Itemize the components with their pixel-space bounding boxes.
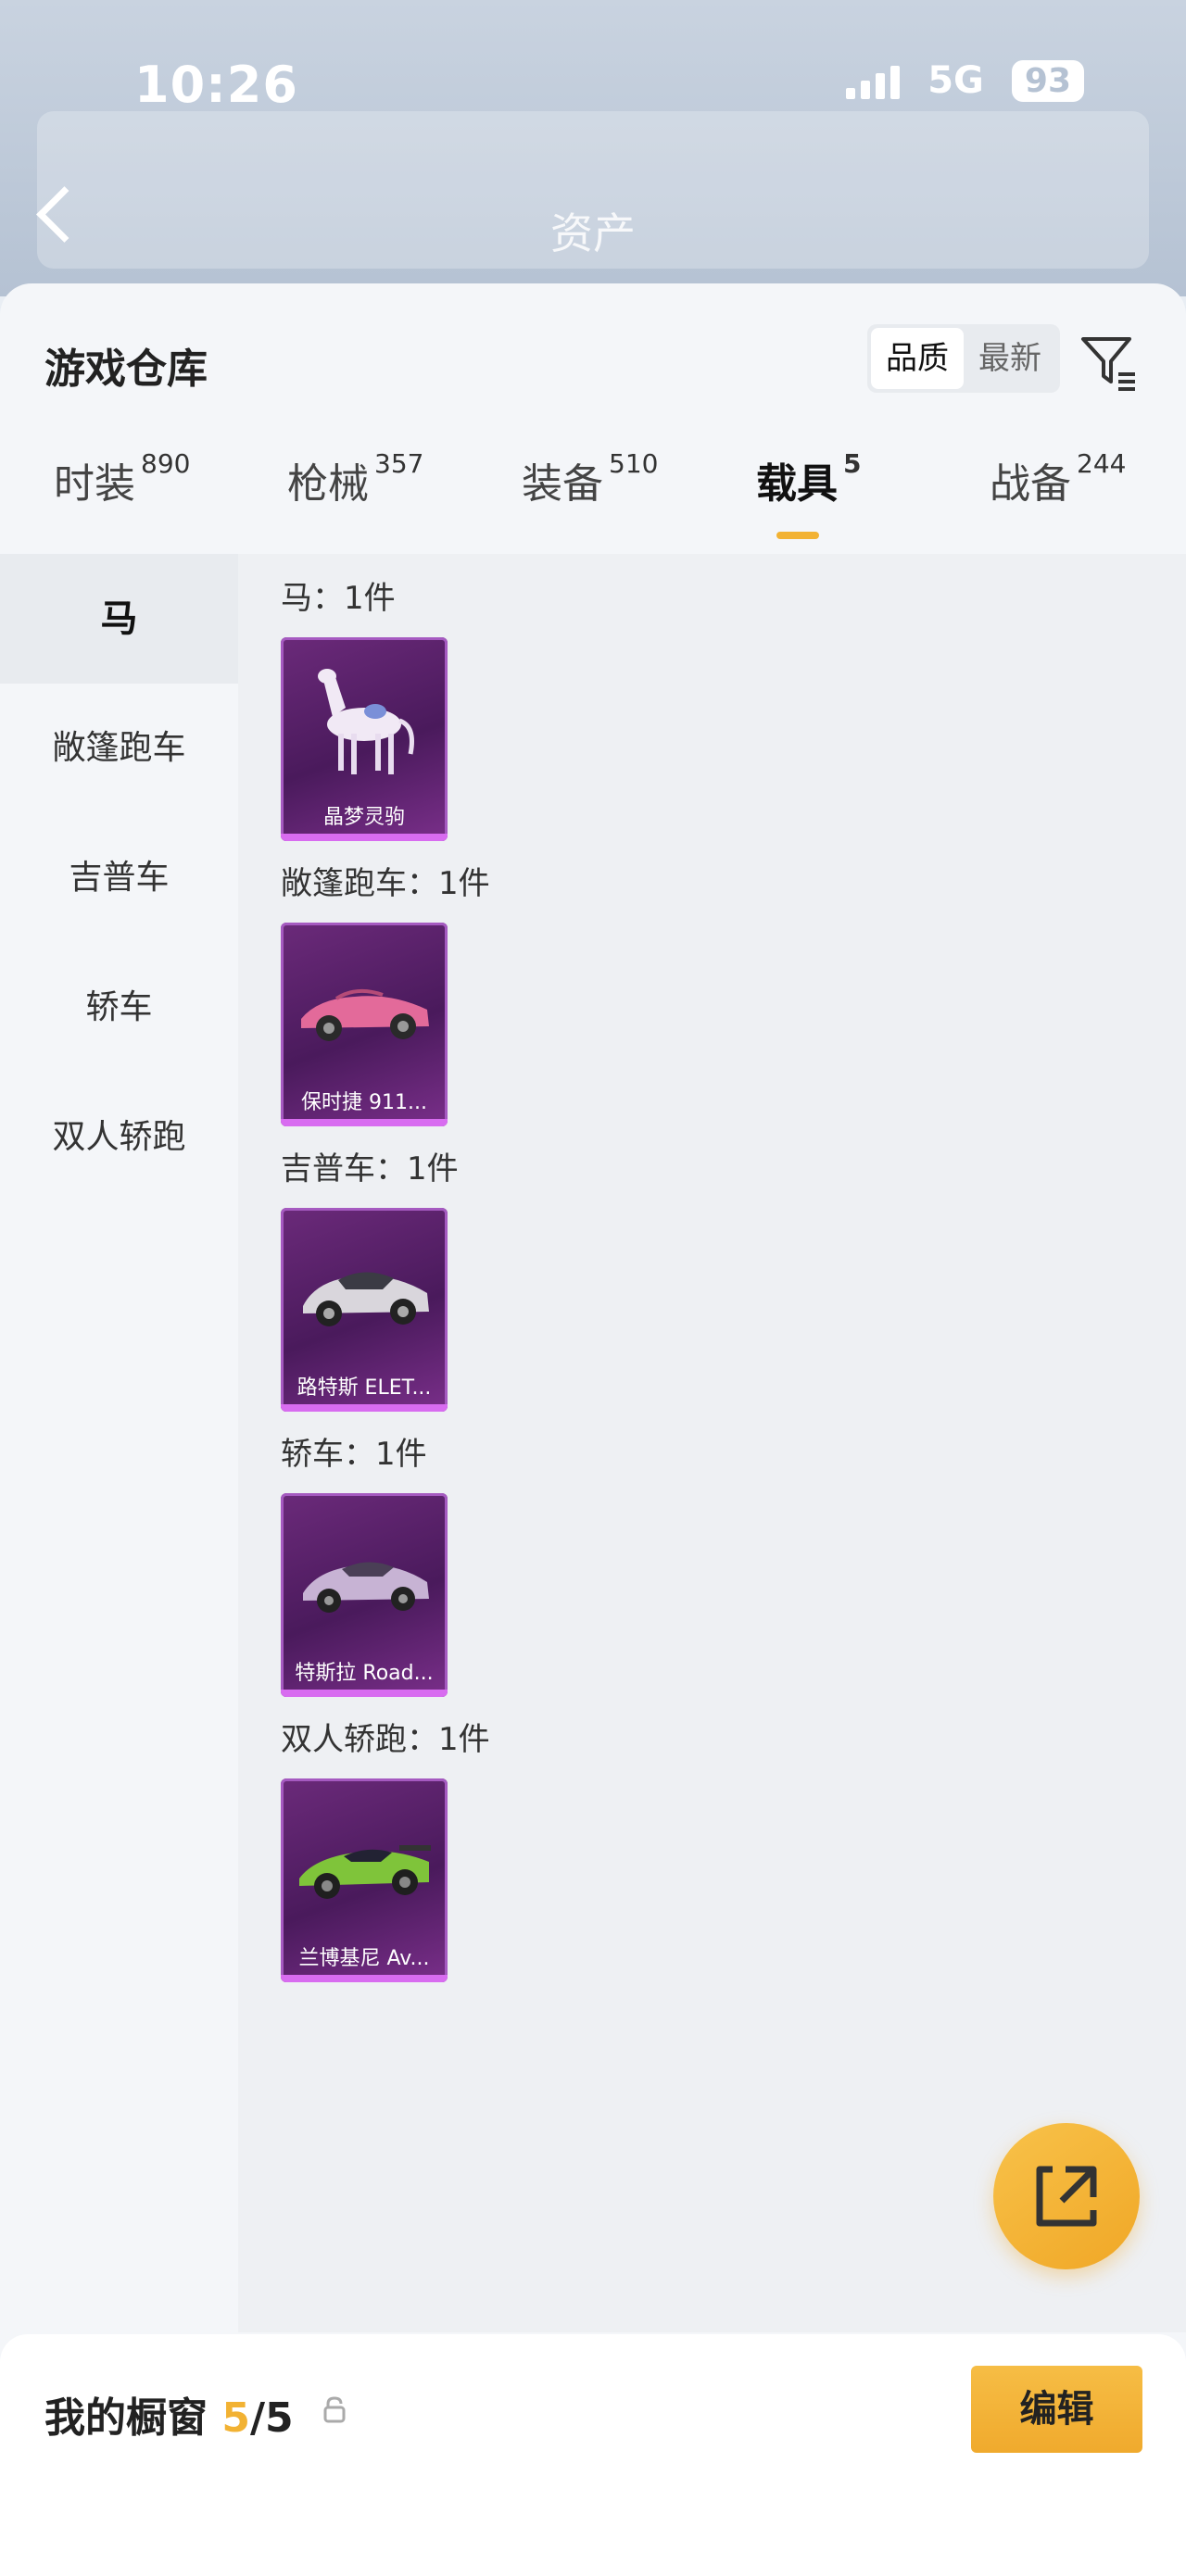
item-name: 特斯拉 Road...	[295, 1662, 434, 1685]
item-name: 路特斯 ELET...	[296, 1376, 432, 1400]
rarity-bar	[281, 1404, 448, 1412]
pink-car-image	[301, 988, 429, 1041]
showcase-footer: 我的橱窗 5/5 编辑	[0, 2334, 1186, 2576]
sheet-title: 游戏仓库	[44, 346, 208, 393]
item-name: 保时捷 911...	[301, 1091, 427, 1114]
share-icon	[1036, 2166, 1097, 2227]
sidebar-item-sedan[interactable]: 轿车	[0, 943, 238, 1073]
showcase-title: 我的橱窗 5/5	[44, 2384, 294, 2444]
sidebar-item-coupe[interactable]: 双人轿跑	[0, 1073, 238, 1202]
category-tabs: 时装 890 枪械 357 装备 510 载具 5 战备 244	[0, 448, 1186, 552]
tab-equipment[interactable]: 装备 510	[522, 448, 659, 509]
showcase-total: /5	[249, 2394, 294, 2442]
silver-car-image	[303, 1272, 429, 1326]
battery-icon: 93	[1011, 59, 1084, 102]
tab-label: 战备	[990, 460, 1071, 508]
rarity-bar	[281, 1119, 448, 1126]
lilac-car-image	[303, 1562, 429, 1613]
filter-icon[interactable]	[1078, 332, 1139, 393]
network-label: 5G	[927, 59, 984, 102]
background-title: 资产	[550, 208, 636, 258]
edit-button[interactable]: 编辑	[971, 2366, 1142, 2453]
sort-quality-option[interactable]: 品质	[871, 328, 964, 389]
horse-image	[318, 669, 414, 774]
status-right: 5G 93	[846, 59, 1084, 102]
tab-vehicles[interactable]: 载具 5	[756, 448, 862, 509]
tab-guns[interactable]: 枪械 357	[287, 448, 424, 509]
tab-count: 244	[1077, 448, 1127, 479]
sidebar-item-convertible[interactable]: 敞篷跑车	[0, 684, 238, 813]
rarity-bar	[281, 834, 448, 841]
subcategory-sidebar: 马 敞篷跑车 吉普车 轿车 双人轿跑	[0, 554, 238, 2332]
tab-label: 时装	[54, 460, 135, 508]
active-tab-indicator	[776, 532, 819, 539]
green-car-image	[299, 1845, 431, 1899]
signal-icon	[846, 62, 901, 99]
item-card-coupe[interactable]: 兰博基尼 Av...	[281, 1778, 448, 1982]
tab-fashion[interactable]: 时装 890	[54, 448, 191, 509]
lock-icon	[323, 2396, 346, 2423]
share-button[interactable]	[993, 2123, 1140, 2269]
tab-supplies[interactable]: 战备 244	[990, 448, 1127, 509]
showcase-label: 我的橱窗	[44, 2394, 208, 2442]
tab-label: 装备	[522, 460, 603, 508]
item-card-sedan[interactable]: 特斯拉 Road...	[281, 1493, 448, 1697]
tab-count: 890	[141, 448, 191, 479]
tab-count: 510	[609, 448, 659, 479]
group-label-sedan: 轿车：1件	[281, 1436, 427, 1473]
showcase-count: 5	[221, 2394, 250, 2442]
sort-toggle: 品质 最新	[867, 324, 1060, 393]
rarity-bar	[281, 1975, 448, 1982]
sidebar-item-horse[interactable]: 马	[0, 554, 238, 684]
status-time: 10:26	[134, 56, 298, 114]
group-label-coupe: 双人轿跑：1件	[281, 1721, 490, 1758]
group-label-jeep: 吉普车：1件	[281, 1150, 459, 1187]
item-name: 兰博基尼 Av...	[298, 1947, 430, 1970]
item-card-convertible[interactable]: 保时捷 911...	[281, 923, 448, 1126]
item-card-jeep[interactable]: 路特斯 ELET...	[281, 1208, 448, 1412]
item-name: 晶梦灵驹	[322, 806, 405, 829]
sort-latest-option[interactable]: 最新	[964, 328, 1056, 389]
tab-count: 357	[374, 448, 424, 479]
group-label-convertible: 敞篷跑车：1件	[281, 865, 490, 902]
item-card-horse[interactable]: 晶梦灵驹	[281, 637, 448, 841]
tab-label: 枪械	[287, 460, 369, 508]
background-page: 10:26 5G 93 资产	[0, 0, 1186, 296]
rarity-bar	[281, 1690, 448, 1697]
tab-count: 5	[843, 448, 862, 479]
group-label-horse: 马：1件	[281, 580, 396, 617]
tab-label: 载具	[756, 460, 838, 508]
sidebar-item-jeep[interactable]: 吉普车	[0, 813, 238, 943]
item-list: 马：1件 晶梦灵驹 敞篷跑车：1件 保时捷 911... 吉普车：1件 路特斯 …	[238, 554, 1186, 2332]
